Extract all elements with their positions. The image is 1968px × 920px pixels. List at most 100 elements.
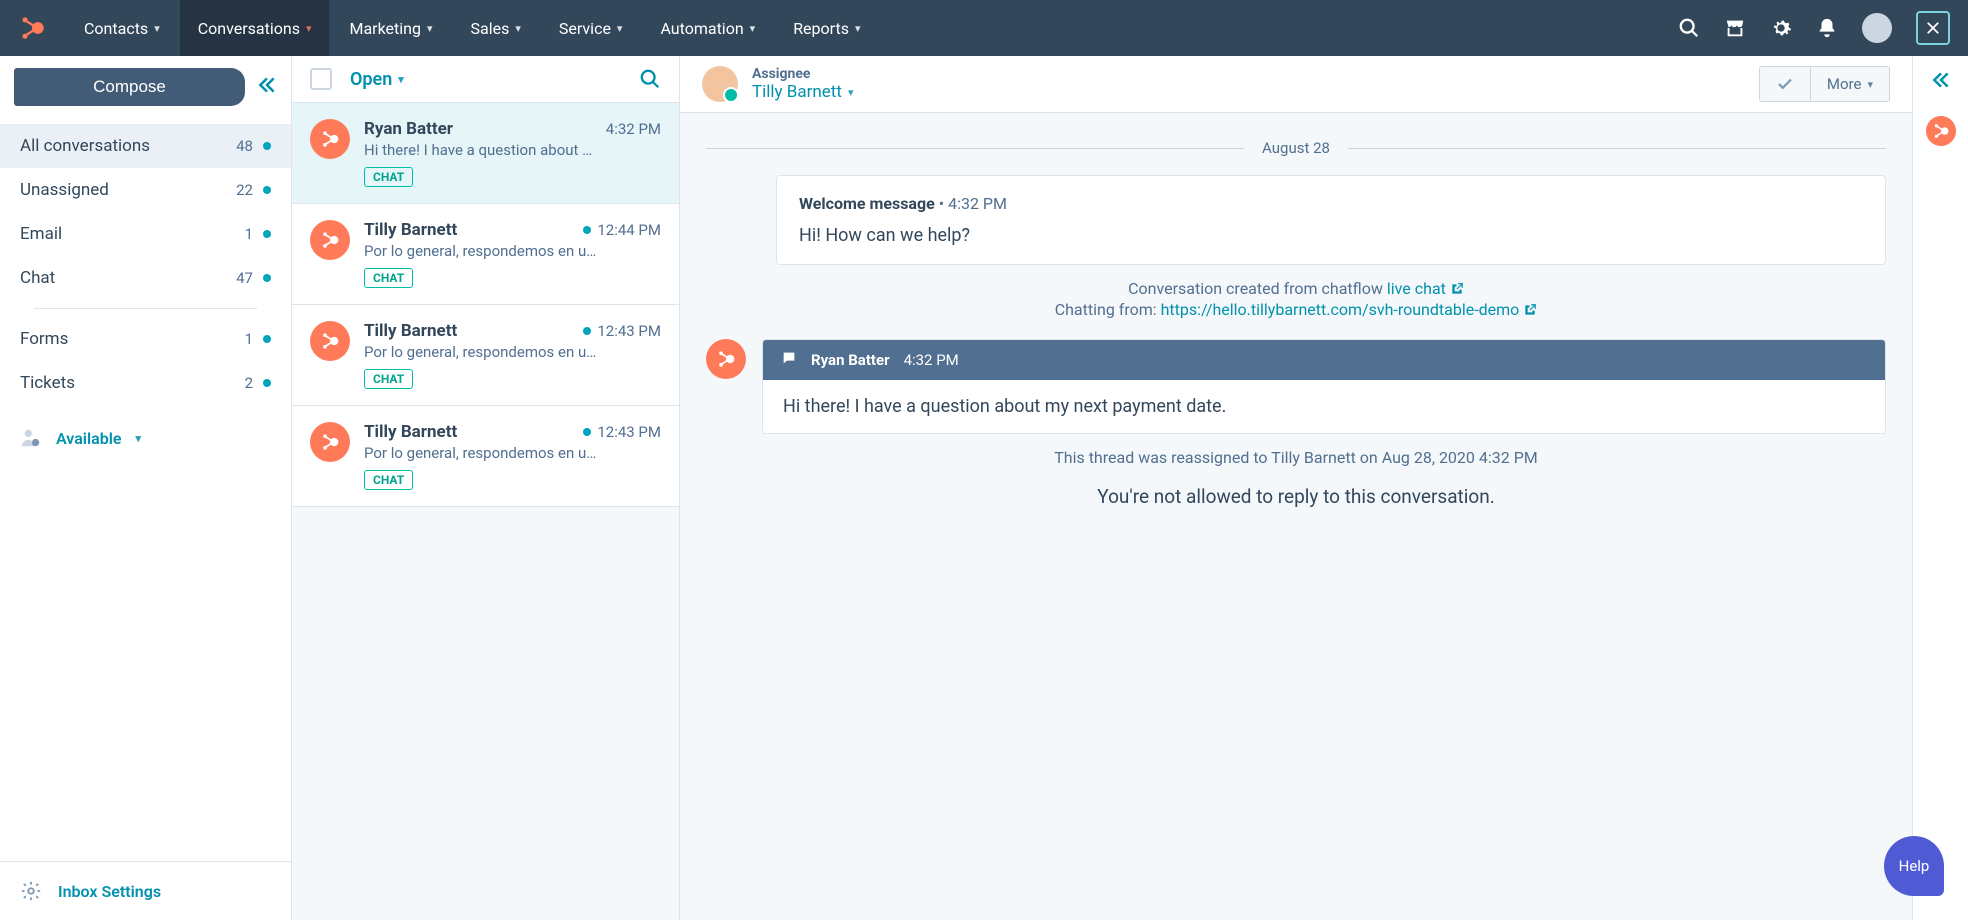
- welcome-message-card: Welcome message • 4:32 PM Hi! How can we…: [776, 175, 1886, 265]
- chevron-down-icon: ▾: [848, 86, 854, 99]
- message-body: Hi there! I have a question about my nex…: [763, 380, 1885, 433]
- nav-reports[interactable]: Reports▾: [775, 0, 878, 56]
- gear-icon: [20, 880, 42, 902]
- chevron-down-icon: ▾: [306, 22, 312, 35]
- inbox-settings-label: Inbox Settings: [58, 882, 161, 901]
- welcome-time: 4:32 PM: [948, 194, 1007, 213]
- chevron-down-icon: ▾: [515, 22, 521, 35]
- reassignment-notice: This thread was reassigned to Tilly Barn…: [706, 448, 1886, 467]
- assignee-avatar: [702, 66, 738, 102]
- thread-time: 12:44 PM: [583, 221, 661, 239]
- unread-dot-icon: [263, 142, 271, 150]
- conversation-header: Assignee Tilly Barnett▾ More▾: [680, 56, 1912, 113]
- close-button[interactable]: [1916, 11, 1950, 45]
- thread-name: Tilly Barnett: [364, 220, 575, 240]
- user-avatar[interactable]: [1862, 13, 1892, 43]
- thread-column: Open▾ Ryan Batter4:32 PM Hi there! I hav…: [292, 56, 680, 920]
- conversation-body: August 28 Welcome message • 4:32 PM Hi! …: [680, 113, 1912, 920]
- thread-item[interactable]: Tilly Barnett12:43 PM Por lo general, re…: [292, 406, 679, 507]
- search-threads-icon[interactable]: [639, 68, 661, 90]
- thread-item[interactable]: Tilly Barnett 12:44 PM Por lo general, re…: [292, 204, 679, 305]
- channel-badge: CHAT: [364, 268, 413, 288]
- thread-preview: Por lo general, respondemos en u…: [364, 242, 661, 260]
- inbox-settings[interactable]: Inbox Settings: [0, 861, 291, 920]
- search-icon[interactable]: [1678, 17, 1700, 39]
- folder-forms[interactable]: Forms1: [0, 317, 291, 361]
- thread-preview: Por lo general, respondemos en u…: [364, 343, 661, 361]
- hubspot-rail-icon[interactable]: [1926, 116, 1956, 146]
- expand-right-icon[interactable]: [1931, 70, 1951, 94]
- help-button[interactable]: Help: [1884, 836, 1944, 896]
- external-link-icon: [1523, 302, 1537, 321]
- nav-items: Contacts▾ Conversations▾ Marketing▾ Sale…: [66, 0, 1672, 56]
- top-nav: Contacts▾ Conversations▾ Marketing▾ Sale…: [0, 0, 1968, 56]
- unread-dot-icon: [263, 230, 271, 238]
- thread-avatar: [310, 220, 350, 260]
- marketplace-icon[interactable]: [1724, 17, 1746, 39]
- folder-email[interactable]: Email1: [0, 212, 291, 256]
- external-link-icon: [1450, 281, 1464, 300]
- thread-preview: Hi there! I have a question about …: [364, 141, 661, 159]
- chevron-down-icon: ▾: [398, 73, 404, 86]
- chatflow-link[interactable]: live chat: [1387, 279, 1446, 298]
- nav-marketing[interactable]: Marketing▾: [331, 0, 450, 56]
- thread-avatar: [310, 119, 350, 159]
- date-label: August 28: [1262, 139, 1330, 157]
- folder-all-conversations[interactable]: All conversations48: [0, 124, 291, 168]
- unread-dot-icon: [263, 379, 271, 387]
- assignee-dropdown[interactable]: Tilly Barnett▾: [752, 82, 853, 102]
- presence-toggle[interactable]: Available ▾: [0, 411, 291, 465]
- unread-dot-icon: [263, 274, 271, 282]
- status-filter-dropdown[interactable]: Open▾: [350, 69, 621, 90]
- message-time: 4:32 PM: [904, 351, 959, 369]
- nav-sales[interactable]: Sales▾: [453, 0, 539, 56]
- nav-conversations[interactable]: Conversations▾: [180, 0, 330, 56]
- nav-right: [1678, 11, 1950, 45]
- welcome-body: Hi! How can we help?: [799, 225, 1863, 246]
- visitor-avatar: [706, 339, 746, 379]
- chevron-down-icon: ▾: [750, 22, 756, 35]
- collapse-left-icon[interactable]: [257, 75, 277, 99]
- assignee-label: Assignee: [752, 66, 853, 82]
- folder-unassigned[interactable]: Unassigned22: [0, 168, 291, 212]
- user-presence-icon: [20, 427, 42, 449]
- chevron-down-icon: ▾: [1867, 78, 1873, 91]
- nav-contacts[interactable]: Contacts▾: [66, 0, 178, 56]
- thread-item[interactable]: Tilly Barnett 12:43 PM Por lo general, re…: [292, 305, 679, 406]
- main-layout: Compose All conversations48 Unassigned22…: [0, 56, 1968, 920]
- thread-item[interactable]: Ryan Batter4:32 PM Hi there! I have a qu…: [292, 103, 679, 204]
- thread-name: Tilly Barnett: [364, 422, 575, 442]
- folder-chat[interactable]: Chat47: [0, 256, 291, 300]
- thread-avatar: [310, 422, 350, 462]
- thread-time: 12:43 PM: [583, 322, 661, 340]
- more-dropdown[interactable]: More▾: [1811, 66, 1890, 102]
- select-all-checkbox[interactable]: [310, 68, 332, 90]
- source-url-link[interactable]: https://hello.tillybarnett.com/svh-round…: [1161, 300, 1520, 319]
- conversation-column: Assignee Tilly Barnett▾ More▾ August 28 …: [680, 56, 1912, 920]
- folder-list: All conversations48 Unassigned22 Email1 …: [0, 118, 291, 411]
- bell-icon[interactable]: [1816, 17, 1838, 39]
- unread-dot-icon: [263, 186, 271, 194]
- unread-dot-icon: [263, 335, 271, 343]
- message-author: Ryan Batter: [811, 351, 890, 369]
- chevron-down-icon: ▾: [154, 22, 160, 35]
- nav-service[interactable]: Service▾: [541, 0, 641, 56]
- compose-row: Compose: [0, 56, 291, 118]
- folder-tickets[interactable]: Tickets2: [0, 361, 291, 405]
- conversation-meta: Conversation created from chatflow live …: [776, 279, 1816, 321]
- no-permission-notice: You're not allowed to reply to this conv…: [706, 485, 1886, 508]
- thread-name: Tilly Barnett: [364, 321, 575, 341]
- channel-badge: CHAT: [364, 470, 413, 490]
- chevron-down-icon: ▾: [427, 22, 433, 35]
- right-rail: [1912, 56, 1968, 920]
- channel-badge: CHAT: [364, 369, 413, 389]
- mark-done-button[interactable]: [1759, 66, 1811, 102]
- nav-automation[interactable]: Automation▾: [642, 0, 773, 56]
- chat-bubble-icon: [781, 350, 797, 370]
- welcome-title: Welcome message: [799, 194, 935, 213]
- thread-avatar: [310, 321, 350, 361]
- thread-time: 4:32 PM: [606, 120, 661, 138]
- date-separator: August 28: [706, 139, 1886, 157]
- gear-icon[interactable]: [1770, 17, 1792, 39]
- compose-button[interactable]: Compose: [14, 68, 245, 106]
